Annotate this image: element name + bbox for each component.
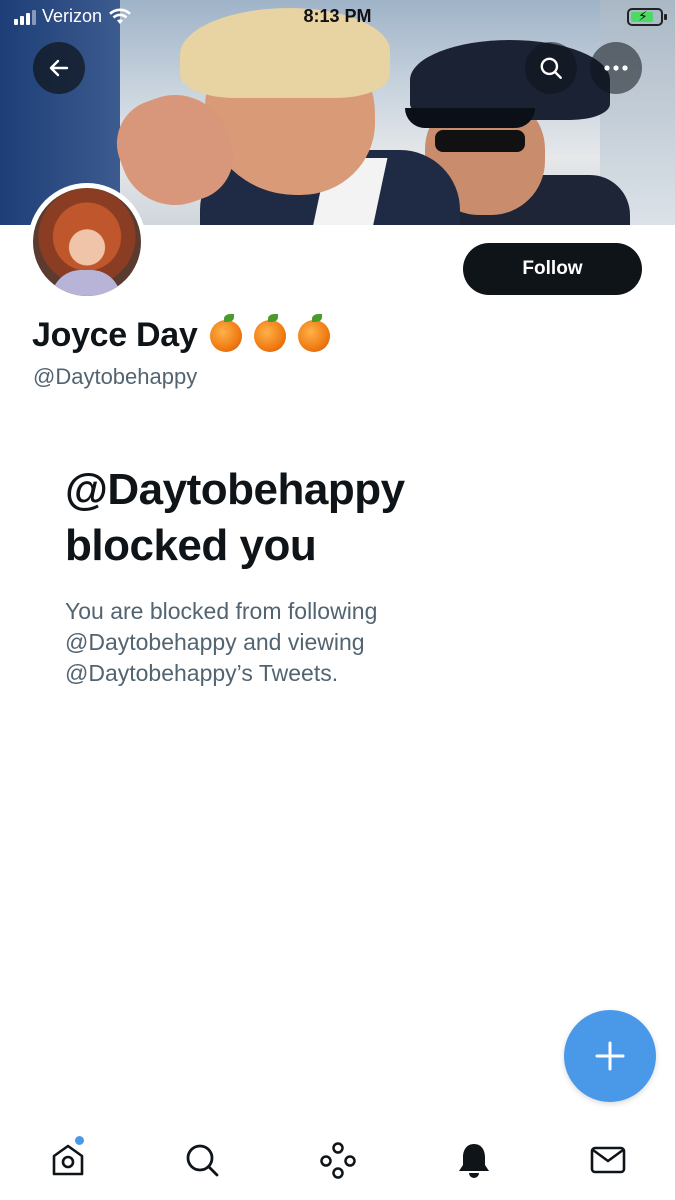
mail-icon xyxy=(590,1146,626,1174)
blocked-heading-line2: blocked you xyxy=(65,521,317,570)
battery-icon: ⚡ xyxy=(627,8,667,26)
status-bar: Verizon 8:13 PM ⚡ xyxy=(0,0,675,36)
plus-icon xyxy=(595,1041,625,1071)
compose-tweet-button[interactable] xyxy=(564,1010,656,1102)
more-horizontal-icon xyxy=(604,65,628,71)
tab-messages[interactable] xyxy=(584,1136,632,1184)
bell-icon xyxy=(459,1144,489,1178)
blocked-description-line2: @Daytobehappy and viewing xyxy=(65,629,365,655)
arrow-left-icon xyxy=(49,59,69,77)
tangerine-icon xyxy=(253,313,286,352)
notification-dot xyxy=(75,1136,84,1145)
tab-search[interactable] xyxy=(178,1136,226,1184)
profile-avatar[interactable] xyxy=(28,183,146,301)
blocked-heading-line1: @Daytobehappy xyxy=(65,465,405,514)
blocked-description-line3: @Daytobehappy’s Tweets. xyxy=(65,660,339,686)
blocked-description-line1: You are blocked from following xyxy=(65,598,378,624)
tangerine-icon xyxy=(297,313,330,352)
bottom-tab-bar xyxy=(0,1120,675,1200)
tab-notifications[interactable] xyxy=(450,1136,498,1184)
follow-button[interactable]: Follow xyxy=(463,243,642,295)
search-icon xyxy=(186,1144,219,1177)
profile-handle: @Daytobehappy xyxy=(33,364,198,389)
more-options-button[interactable] xyxy=(590,42,642,94)
back-button[interactable] xyxy=(33,42,85,94)
tab-spaces[interactable] xyxy=(314,1136,362,1184)
tab-home[interactable] xyxy=(44,1136,92,1184)
search-icon xyxy=(540,57,562,79)
blocked-description: You are blocked from following @Daytobeh… xyxy=(65,596,495,689)
blocked-heading: @Daytobehappy blocked you xyxy=(65,462,625,574)
spaces-icon xyxy=(320,1142,356,1179)
profile-display-name: Joyce Day xyxy=(32,313,330,355)
display-name-text: Joyce Day xyxy=(32,316,198,354)
clock: 8:13 PM xyxy=(303,6,372,26)
home-icon xyxy=(52,1144,84,1176)
tangerine-icon xyxy=(209,313,242,352)
search-button[interactable] xyxy=(525,42,577,94)
